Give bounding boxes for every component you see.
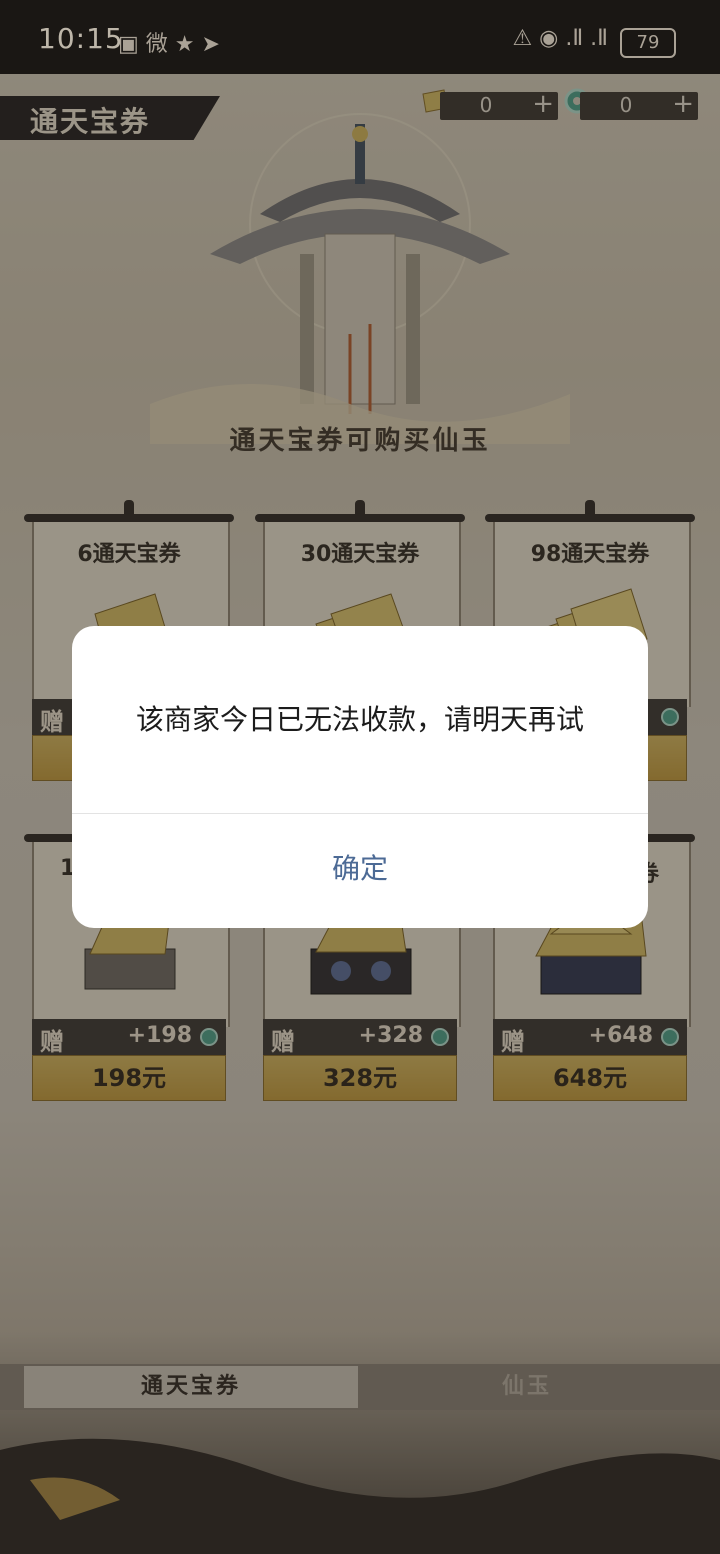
notification-icons: ▣ 微 ★ ➤ xyxy=(118,32,220,57)
battery-icon: 79 xyxy=(620,28,676,58)
confirm-button[interactable]: 确定 xyxy=(72,814,648,928)
dialog-message: 该商家今日已无法收款，请明天再试 xyxy=(135,704,584,735)
signal-icons: ⚠ ◉ .Ⅱ .Ⅱ xyxy=(512,26,608,51)
battery-level: 79 xyxy=(636,32,660,53)
alert-dialog: 该商家今日已无法收款，请明天再试 确定 xyxy=(72,626,648,928)
status-time: 10:15 xyxy=(38,22,124,55)
status-bar: 10:15 ▣ 微 ★ ➤ ⚠ ◉ .Ⅱ .Ⅱ 79 xyxy=(0,0,720,74)
